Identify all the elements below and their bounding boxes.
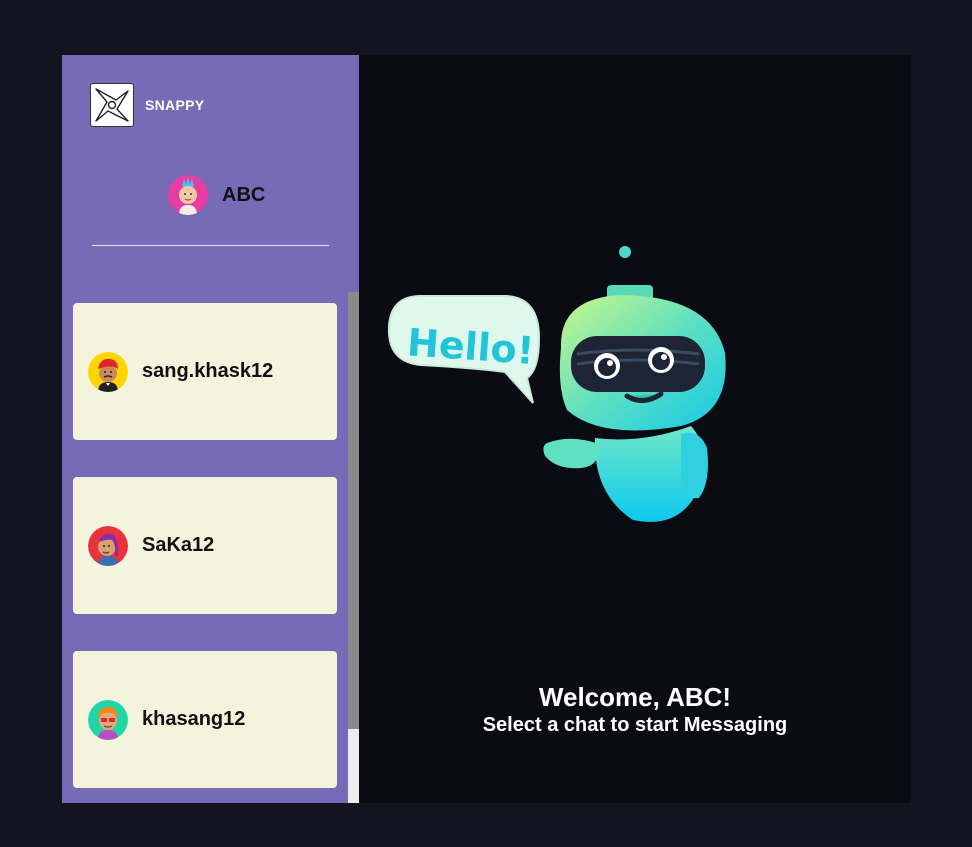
chat-app: SNAPPY ABC sang.khask12 SaKa12 khasang12… — [62, 55, 911, 803]
brand: SNAPPY — [90, 83, 204, 127]
welcome-panel: Hello! Welcome, ABC! Select a chat to st… — [359, 55, 911, 803]
avatar-mohawk-icon — [168, 175, 208, 215]
welcome-subtitle: Select a chat to start Messaging — [482, 714, 788, 736]
contact-name: sang.khask12 — [142, 360, 274, 382]
contact-card[interactable]: khasang12 — [73, 651, 337, 788]
contact-list-scrollbar[interactable] — [348, 292, 359, 803]
contact-card[interactable]: SaKa12 — [73, 477, 337, 614]
welcome-heading: Welcome, ABC! — [538, 682, 732, 712]
contact-name: khasang12 — [142, 708, 246, 730]
current-user: ABC — [168, 175, 265, 215]
avatar-purple-hair-icon — [88, 525, 128, 566]
contact-name: SaKa12 — [142, 534, 215, 556]
contact-card[interactable]: sang.khask12 — [73, 303, 337, 440]
contact-list: sang.khask12 SaKa12 khasang12 — [73, 303, 337, 803]
avatar-red-hair-icon — [88, 351, 128, 392]
divider — [92, 245, 329, 246]
current-username: ABC — [222, 183, 266, 206]
hello-bubble-text: Hello! — [406, 320, 536, 373]
brand-name: SNAPPY — [145, 97, 205, 113]
avatar-orange-hair-icon — [88, 699, 128, 740]
sidebar: SNAPPY ABC sang.khask12 SaKa12 khasang12 — [62, 55, 359, 803]
scrollbar-thumb[interactable] — [348, 292, 359, 729]
shuriken-icon — [90, 83, 134, 127]
robot-hello-icon: Hello! — [381, 238, 741, 543]
